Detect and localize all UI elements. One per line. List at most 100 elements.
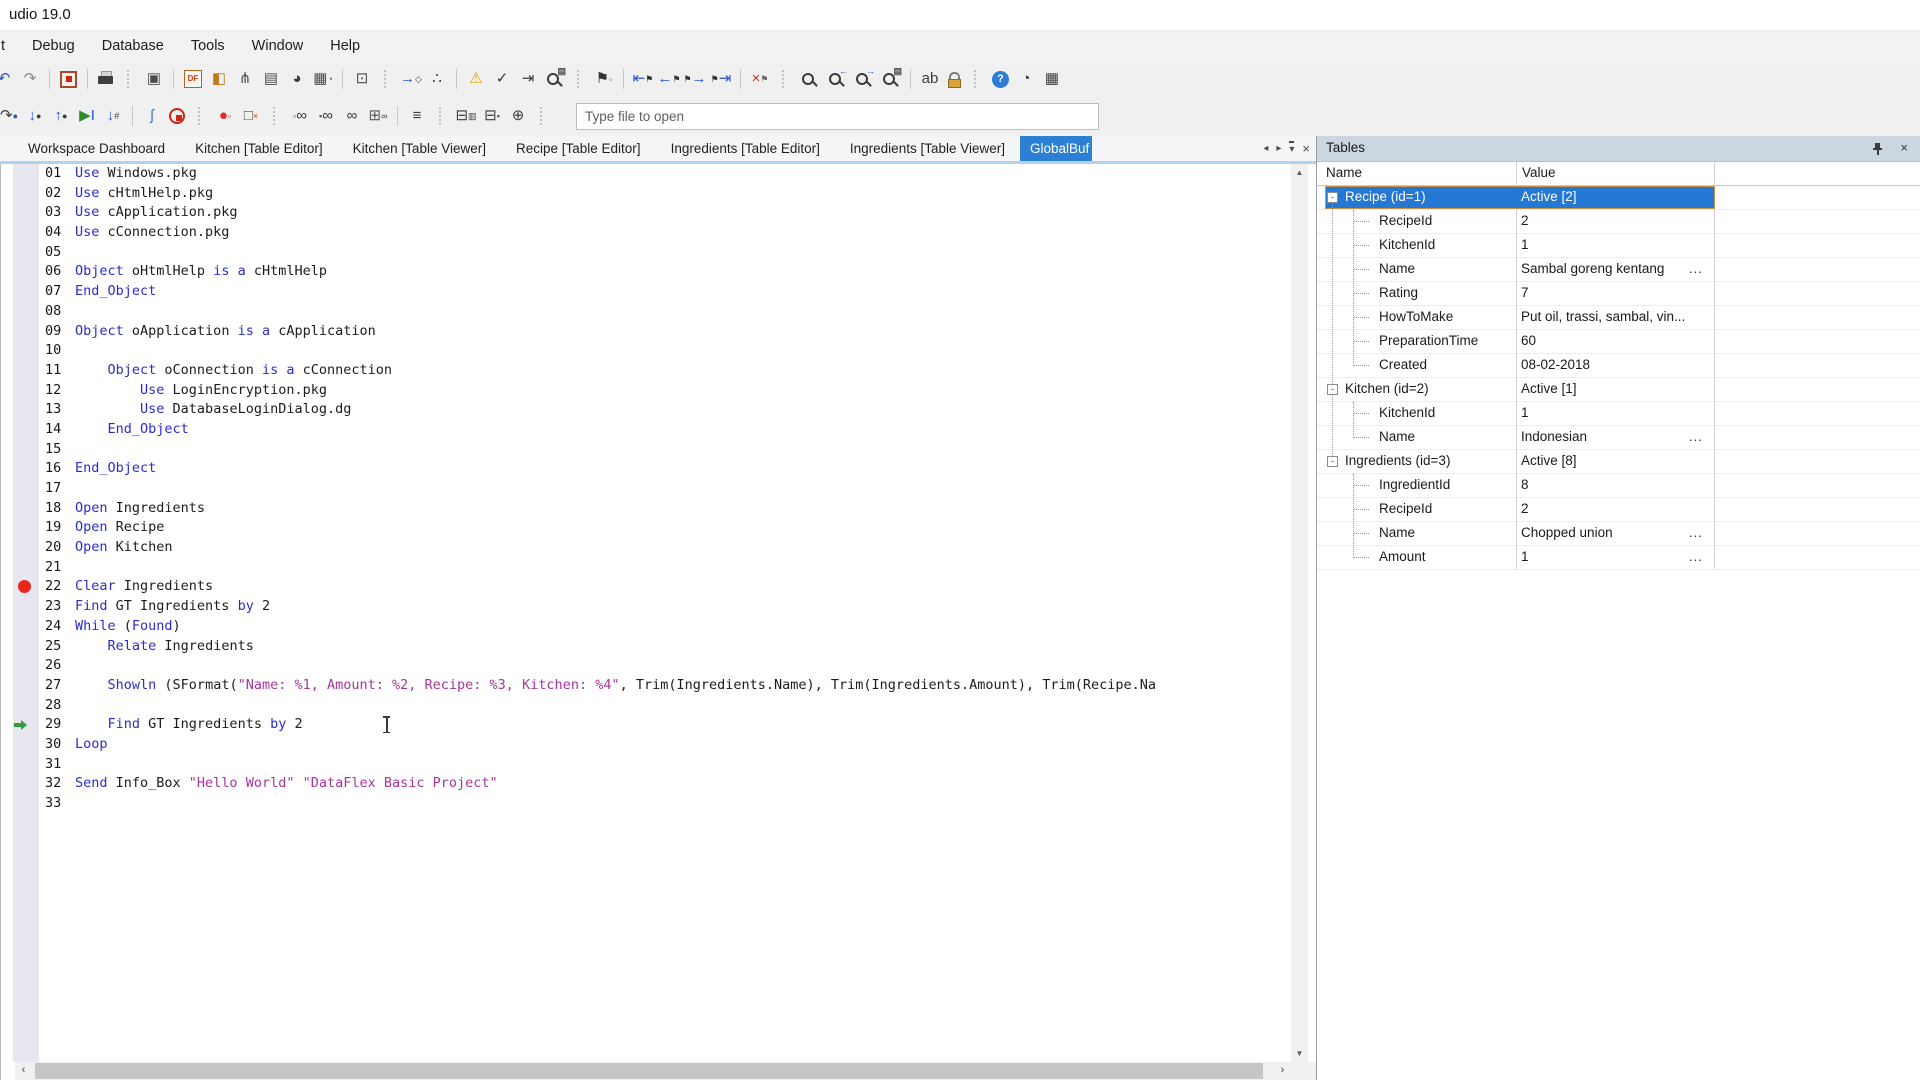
table-lookup-icon[interactable]: ▦◔: [310, 67, 336, 91]
column-header-value[interactable]: Value: [1522, 165, 1556, 180]
table-row-name[interactable]: NameIndonesian...: [1317, 426, 1920, 450]
scroll-left-icon[interactable]: ‹: [15, 1062, 32, 1080]
code-line[interactable]: 08: [1, 302, 1291, 322]
tab-kitchen-table-viewer[interactable]: Kitchen [Table Viewer]: [338, 136, 501, 161]
pin-icon[interactable]: [1872, 142, 1884, 156]
code-line[interactable]: 24While (Found): [1, 617, 1291, 637]
help-icon[interactable]: ?: [992, 71, 1009, 88]
code-line[interactable]: 33: [1, 794, 1291, 814]
run-icon[interactable]: ↷●: [0, 104, 22, 128]
find-previous-icon[interactable]: ←: [827, 70, 846, 89]
code-line[interactable]: 19Open Recipe: [1, 518, 1291, 538]
code-line[interactable]: 30Loop: [1, 735, 1291, 755]
workspace-explorer-icon[interactable]: ◧: [206, 67, 232, 91]
code-line[interactable]: 09Object oApplication is a cApplication: [1, 322, 1291, 342]
unlock-icon[interactable]: [947, 71, 961, 88]
clear-bookmarks-icon[interactable]: ×⚑: [747, 67, 773, 91]
tree-expander-icon[interactable]: -: [1327, 192, 1338, 203]
table-row-created[interactable]: Created08-02-2018: [1317, 354, 1920, 378]
ellipsis-button[interactable]: ...: [1689, 261, 1703, 276]
step-into-icon[interactable]: ↓●: [22, 104, 48, 128]
horizontal-scrollbar[interactable]: ‹ ›: [15, 1062, 1291, 1080]
code-line[interactable]: 12 Use LoginEncryption.pkg: [1, 381, 1291, 401]
menu-item-window[interactable]: Window: [252, 38, 304, 54]
code-line[interactable]: 32Send Info_Box "Hello World" "DataFlex …: [1, 774, 1291, 794]
evaluate-icon[interactable]: ∞: [339, 104, 365, 128]
code-line[interactable]: 06Object oHtmlHelp is a cHtmlHelp: [1, 262, 1291, 282]
code-line[interactable]: 11 Object oConnection is a cConnection: [1, 361, 1291, 381]
open-file-input[interactable]: [576, 103, 1099, 130]
database-explorer-icon[interactable]: ⊟▥: [453, 104, 479, 128]
watches-icon[interactable]: ▪∞: [313, 104, 339, 128]
menu-item-help[interactable]: Help: [330, 38, 360, 54]
scroll-tabs-left-icon[interactable]: ◂: [1263, 142, 1268, 156]
code-line[interactable]: 28: [1, 696, 1291, 716]
code-line[interactable]: 25 Relate Ingredients: [1, 637, 1291, 657]
redo-icon[interactable]: ↷: [17, 67, 43, 91]
code-line[interactable]: 13 Use DatabaseLoginDialog.dg: [1, 400, 1291, 420]
stop-record-icon[interactable]: [60, 71, 77, 88]
ellipsis-button[interactable]: ...: [1689, 525, 1703, 540]
clear-breakpoints-icon[interactable]: □×: [238, 104, 264, 128]
table-row-ingredientid[interactable]: IngredientId8: [1317, 474, 1920, 498]
code-line[interactable]: 02Use cHtmlHelp.pkg: [1, 184, 1291, 204]
goto-definition-icon[interactable]: →◇: [398, 67, 424, 91]
undo-icon[interactable]: ↶: [0, 67, 17, 91]
code-snippets-icon[interactable]: ∴: [424, 67, 450, 91]
code-line[interactable]: 17: [1, 479, 1291, 499]
table-row-kitchenid[interactable]: KitchenId1: [1317, 402, 1920, 426]
table-row-kitchen-id-2[interactable]: -Kitchen (id=2)Active [1]: [1317, 378, 1920, 402]
next-bookmark-icon[interactable]: ⚑→: [682, 67, 708, 91]
table-row-recipeid[interactable]: RecipeId2: [1317, 498, 1920, 522]
code-line[interactable]: 18Open Ingredients: [1, 499, 1291, 519]
code-line[interactable]: 04Use cConnection.pkg: [1, 223, 1291, 243]
table-row-preparationtime[interactable]: PreparationTime60: [1317, 330, 1920, 354]
find-in-files-icon[interactable]: ▤: [881, 70, 900, 89]
step-out-icon[interactable]: ↑●: [48, 104, 74, 128]
web-services-icon[interactable]: ⊕: [505, 104, 531, 128]
ellipsis-button[interactable]: ...: [1689, 549, 1703, 564]
code-explorer-icon[interactable]: ▤: [258, 67, 284, 91]
scroll-right-icon[interactable]: ›: [1274, 1062, 1291, 1080]
todo-list-icon[interactable]: ✓: [489, 67, 515, 91]
code-line[interactable]: 03Use cApplication.pkg: [1, 203, 1291, 223]
find-file-icon[interactable]: ▤: [545, 70, 564, 89]
set-next-statement-icon[interactable]: ↓#: [100, 104, 126, 128]
prev-bookmark-icon[interactable]: ←⚑: [656, 67, 682, 91]
scroll-tabs-right-icon[interactable]: ▸: [1276, 142, 1281, 156]
close-panel-icon[interactable]: ×: [1900, 140, 1908, 155]
tab-recipe-table-editor[interactable]: Recipe [Table Editor]: [501, 136, 656, 161]
print-icon[interactable]: [98, 71, 114, 87]
code-line[interactable]: 05: [1, 243, 1291, 263]
code-editor[interactable]: 01Use Windows.pkg02Use cHtmlHelp.pkg03Us…: [0, 164, 1316, 1080]
dataflex-report-icon[interactable]: DF: [184, 70, 202, 88]
vertical-scrollbar[interactable]: ▲ ▼: [1291, 164, 1308, 1062]
code-line[interactable]: 31: [1, 755, 1291, 775]
code-line[interactable]: 07End_Object: [1, 282, 1291, 302]
column-header-name[interactable]: Name: [1326, 165, 1362, 180]
stop-debugging-icon[interactable]: [169, 108, 185, 124]
tree-expander-icon[interactable]: -: [1327, 384, 1338, 395]
table-row-kitchenid[interactable]: KitchenId1: [1317, 234, 1920, 258]
run-to-cursor-icon[interactable]: ▶I: [74, 104, 100, 128]
find-icon[interactable]: [800, 70, 819, 89]
table-row-name[interactable]: NameChopped union...: [1317, 522, 1920, 546]
horizontal-scrollbar-thumb[interactable]: [35, 1063, 1263, 1079]
replace-icon[interactable]: ab: [917, 67, 943, 91]
windows-list-icon[interactable]: ▦: [1039, 67, 1065, 91]
tree-expander-icon[interactable]: -: [1327, 456, 1338, 467]
table-row-rating[interactable]: Rating7: [1317, 282, 1920, 306]
trace-icon[interactable]: ʃ: [139, 104, 165, 128]
last-bookmark-icon[interactable]: ⚑⇥: [708, 67, 734, 91]
tab-ingredients-table-editor[interactable]: Ingredients [Table Editor]: [656, 136, 835, 161]
about-icon[interactable]: ◔: [1013, 67, 1039, 91]
code-line[interactable]: 27 Showln (SFormat("Name: %1, Amount: %2…: [1, 676, 1291, 696]
object-browser-icon[interactable]: ⋔: [232, 67, 258, 91]
code-line[interactable]: 21: [1, 558, 1291, 578]
tab-kitchen-table-editor[interactable]: Kitchen [Table Editor]: [180, 136, 338, 161]
code-line[interactable]: 16End_Object: [1, 459, 1291, 479]
table-row-recipeid[interactable]: RecipeId2: [1317, 210, 1920, 234]
tab-globalbuf[interactable]: GlobalBuf: [1020, 136, 1092, 161]
menu-item-database[interactable]: Database: [102, 38, 164, 54]
breakpoint-marker[interactable]: [18, 580, 31, 593]
